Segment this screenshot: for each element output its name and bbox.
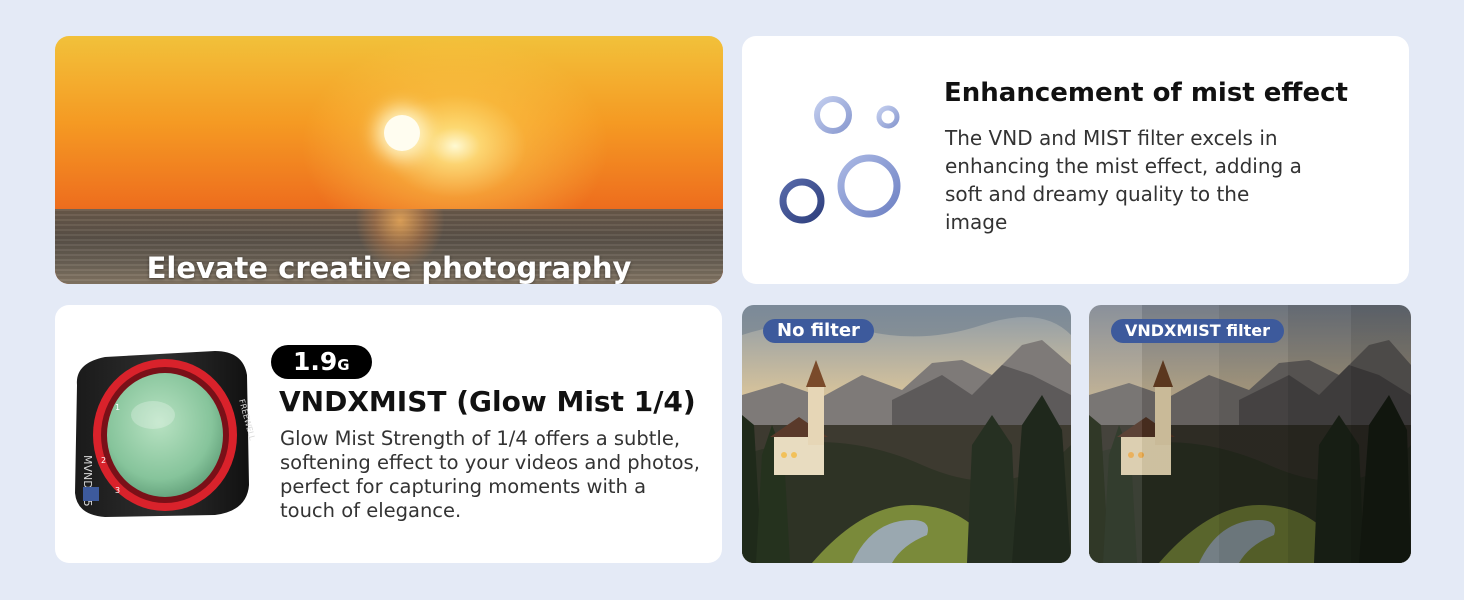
svg-text:1: 1: [115, 403, 120, 412]
sun: [384, 115, 420, 151]
sunset-banner: Elevate creative photography: [55, 36, 723, 284]
bubbles-icon: [779, 96, 901, 224]
landscape-image: [742, 305, 1071, 563]
filter-lens-image: MVND1-5 FREEWELL 1 2 3: [75, 351, 255, 517]
mist-title: Enhancement of mist effect: [944, 78, 1348, 108]
product-description: Glow Mist Strength of 1/4 offers a subtl…: [280, 427, 700, 522]
product-title: VNDXMIST (Glow Mist 1/4): [279, 385, 696, 418]
weight-value: 1.9: [293, 347, 338, 376]
svg-text:2: 2: [101, 456, 106, 465]
no-filter-label: No filter: [763, 319, 874, 343]
no-filter-photo: No filter: [742, 305, 1071, 563]
filter-photo: VNDXMIST filter: [1089, 305, 1411, 563]
weight-badge: 1.9G: [271, 345, 372, 379]
weight-unit: G: [337, 356, 350, 374]
filter-strength-bands: [1089, 305, 1411, 563]
svg-text:3: 3: [115, 486, 120, 495]
filter-label: VNDXMIST filter: [1111, 319, 1285, 343]
sunset-caption: Elevate creative photography: [146, 251, 632, 284]
mist-effect-card: Enhancement of mist effect The VND and M…: [742, 36, 1409, 284]
product-card: MVND1-5 FREEWELL 1 2 3 1.9G VNDXMIST (Gl…: [55, 305, 722, 563]
mist-description: The VND and MIST filter excels in enhanc…: [945, 126, 1302, 234]
